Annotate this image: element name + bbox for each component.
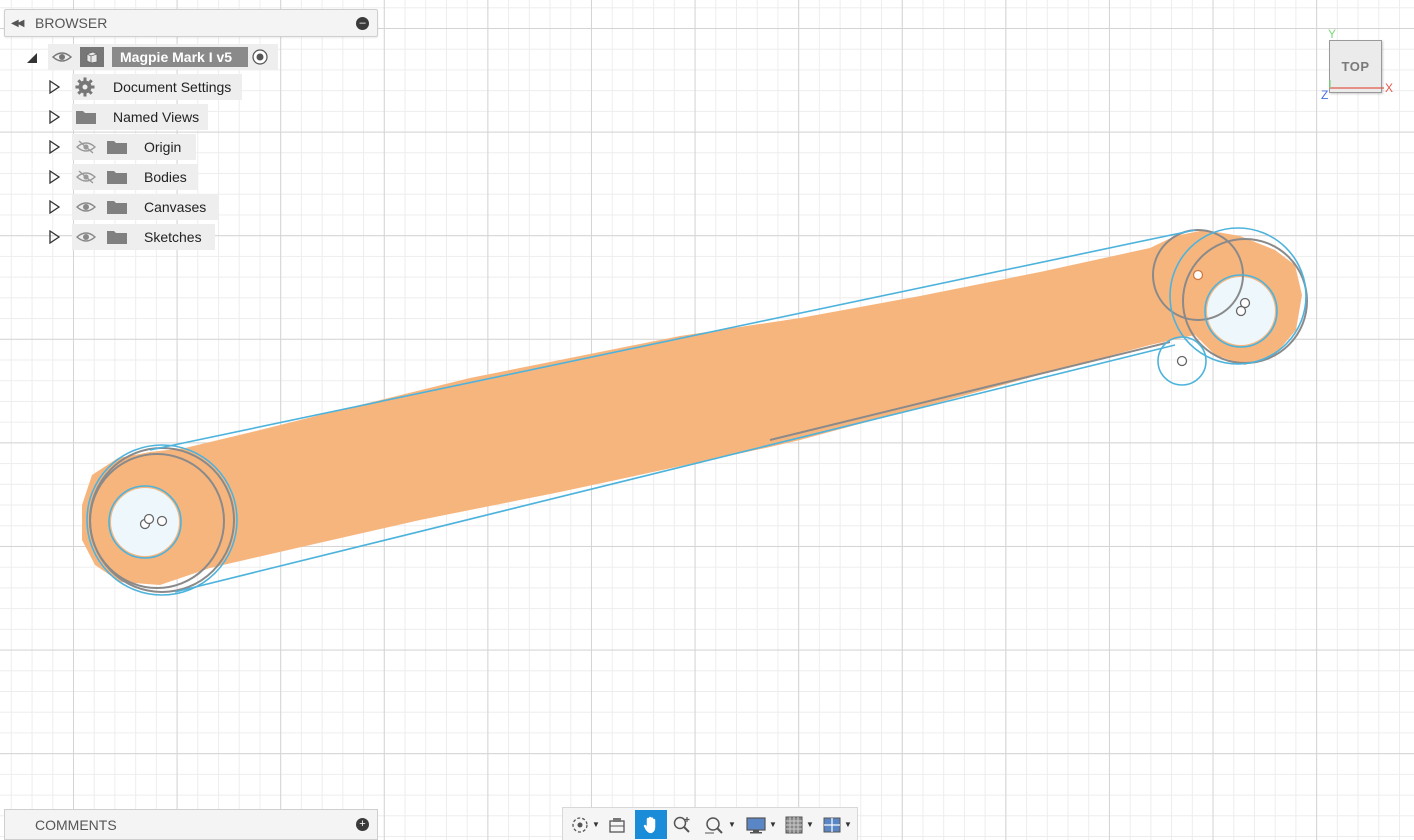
zoom-icon bbox=[673, 816, 690, 833]
eye-icon[interactable] bbox=[75, 230, 97, 244]
axis-x-label: X bbox=[1385, 81, 1394, 95]
folder-icon bbox=[107, 231, 127, 244]
root-chip[interactable]: Magpie Mark I v5 bbox=[48, 44, 278, 70]
folder-icon bbox=[107, 171, 127, 184]
browser-title: BROWSER bbox=[35, 15, 108, 31]
tree-item-label: Sketches bbox=[144, 229, 202, 245]
named-views-chip[interactable]: Named Views bbox=[72, 104, 208, 130]
look-at-button[interactable] bbox=[605, 810, 629, 839]
folder-icon bbox=[76, 111, 96, 124]
viewports-icon bbox=[823, 817, 841, 832]
chevron-down-icon[interactable]: ▼ bbox=[769, 820, 777, 829]
zoom-button[interactable] bbox=[669, 810, 695, 839]
chevron-down-icon[interactable]: ▼ bbox=[728, 820, 736, 829]
arm-canvas-fill bbox=[82, 230, 1302, 585]
navigation-toolbar: ▼ ▼ ▼ ▼ ▼ bbox=[562, 807, 858, 840]
pan-button[interactable] bbox=[635, 810, 667, 839]
eye-icon[interactable] bbox=[52, 50, 72, 64]
chevron-down-icon[interactable]: ▼ bbox=[592, 820, 600, 829]
tree-item-named-views[interactable]: Named Views bbox=[0, 104, 300, 130]
expand-triangle-icon[interactable] bbox=[48, 110, 60, 124]
tree-item-bodies[interactable]: Bodies bbox=[0, 164, 300, 190]
monitor-icon bbox=[746, 816, 766, 833]
double-chevron-left-icon[interactable]: ◀◀ bbox=[11, 18, 31, 29]
chevron-down-icon[interactable]: ▼ bbox=[806, 820, 814, 829]
canvases-chip[interactable]: Canvases bbox=[72, 194, 218, 220]
gear-icon bbox=[75, 77, 95, 97]
look-at-icon bbox=[609, 817, 625, 833]
component-icon bbox=[80, 47, 104, 67]
view-cube-axes bbox=[1329, 80, 1384, 89]
comments-title: COMMENTS bbox=[35, 816, 117, 833]
eye-icon[interactable] bbox=[75, 200, 97, 214]
tree-item-origin[interactable]: Origin bbox=[0, 134, 300, 160]
fit-button[interactable]: ▼ bbox=[701, 810, 739, 839]
radio-target-icon[interactable] bbox=[252, 49, 268, 65]
tree-root-row[interactable]: Magpie Mark I v5 bbox=[0, 44, 300, 70]
zoom-window-icon bbox=[705, 816, 723, 834]
tree-item-label: Canvases bbox=[144, 199, 207, 215]
root-component-label[interactable]: Magpie Mark I v5 bbox=[112, 47, 248, 67]
browser-panel-header[interactable]: ◀◀ BROWSER – bbox=[4, 9, 378, 37]
plus-circle-icon[interactable]: + bbox=[356, 818, 369, 831]
display-settings-button[interactable]: ▼ bbox=[743, 810, 779, 839]
collapse-triangle-icon[interactable] bbox=[26, 51, 38, 65]
minus-circle-icon[interactable]: – bbox=[356, 17, 369, 30]
tree-item-sketches[interactable]: Sketches bbox=[0, 224, 300, 250]
tree-item-document-settings[interactable]: Document Settings bbox=[0, 74, 300, 100]
sketches-chip[interactable]: Sketches bbox=[72, 224, 215, 250]
axis-z-label: Z bbox=[1321, 88, 1329, 102]
viewports-button[interactable]: ▼ bbox=[819, 810, 855, 839]
eye-hidden-icon[interactable] bbox=[75, 170, 97, 184]
origin-chip[interactable]: Origin bbox=[72, 134, 196, 160]
expand-triangle-icon[interactable] bbox=[48, 230, 60, 244]
grid-snaps-button[interactable]: ▼ bbox=[781, 810, 817, 839]
axis-y-label: Y bbox=[1328, 27, 1337, 41]
folder-icon bbox=[107, 141, 127, 154]
hand-pan-icon bbox=[643, 816, 656, 833]
tree-item-canvases[interactable]: Canvases bbox=[0, 194, 300, 220]
expand-triangle-icon[interactable] bbox=[48, 200, 60, 214]
chevron-down-icon[interactable]: ▼ bbox=[844, 820, 852, 829]
expand-triangle-icon[interactable] bbox=[48, 80, 60, 94]
grid-icon bbox=[785, 816, 803, 833]
expand-triangle-icon[interactable] bbox=[48, 170, 60, 184]
orbit-icon bbox=[572, 816, 588, 833]
bodies-chip[interactable]: Bodies bbox=[72, 164, 198, 190]
eye-hidden-icon[interactable] bbox=[75, 140, 97, 154]
document-settings-chip[interactable]: Document Settings bbox=[72, 74, 242, 100]
view-cube-face-label[interactable]: TOP bbox=[1342, 59, 1370, 74]
tree-item-label: Named Views bbox=[113, 109, 200, 125]
tree-item-label: Origin bbox=[144, 139, 182, 155]
comments-panel-header[interactable]: COMMENTS + bbox=[4, 809, 378, 840]
folder-icon bbox=[107, 201, 127, 214]
tree-item-label: Bodies bbox=[144, 169, 187, 185]
expand-triangle-icon[interactable] bbox=[48, 140, 60, 154]
orbit-button[interactable]: ▼ bbox=[567, 810, 603, 839]
tree-item-label: Document Settings bbox=[113, 79, 232, 95]
canvas-image[interactable] bbox=[82, 230, 1302, 585]
